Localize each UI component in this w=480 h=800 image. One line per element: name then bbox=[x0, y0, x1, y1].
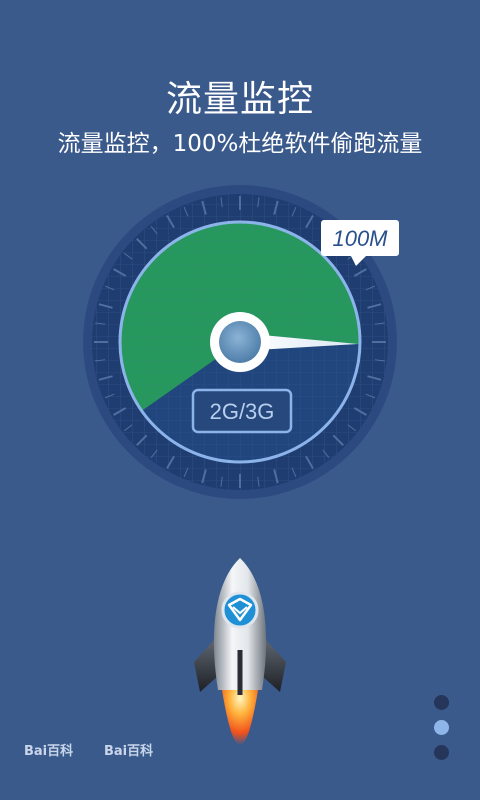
pager-dot-2-active[interactable] bbox=[434, 720, 449, 735]
page-subtitle: 流量监控，100%杜绝软件偷跑流量 bbox=[57, 131, 423, 157]
baidu-watermark-2: Bai百科 bbox=[104, 744, 154, 759]
rocket-flame bbox=[222, 690, 258, 745]
network-label: 2G/3G bbox=[210, 399, 275, 424]
value-label: 100M bbox=[332, 226, 388, 251]
pager-dot-1[interactable] bbox=[434, 695, 449, 710]
baidu-watermark-1: Bai百科 bbox=[24, 744, 74, 759]
pager-dot-3[interactable] bbox=[434, 745, 449, 760]
speedometer-gauge: 2G/3G 100M bbox=[83, 185, 399, 499]
page-title: 流量监控 bbox=[165, 79, 314, 120]
